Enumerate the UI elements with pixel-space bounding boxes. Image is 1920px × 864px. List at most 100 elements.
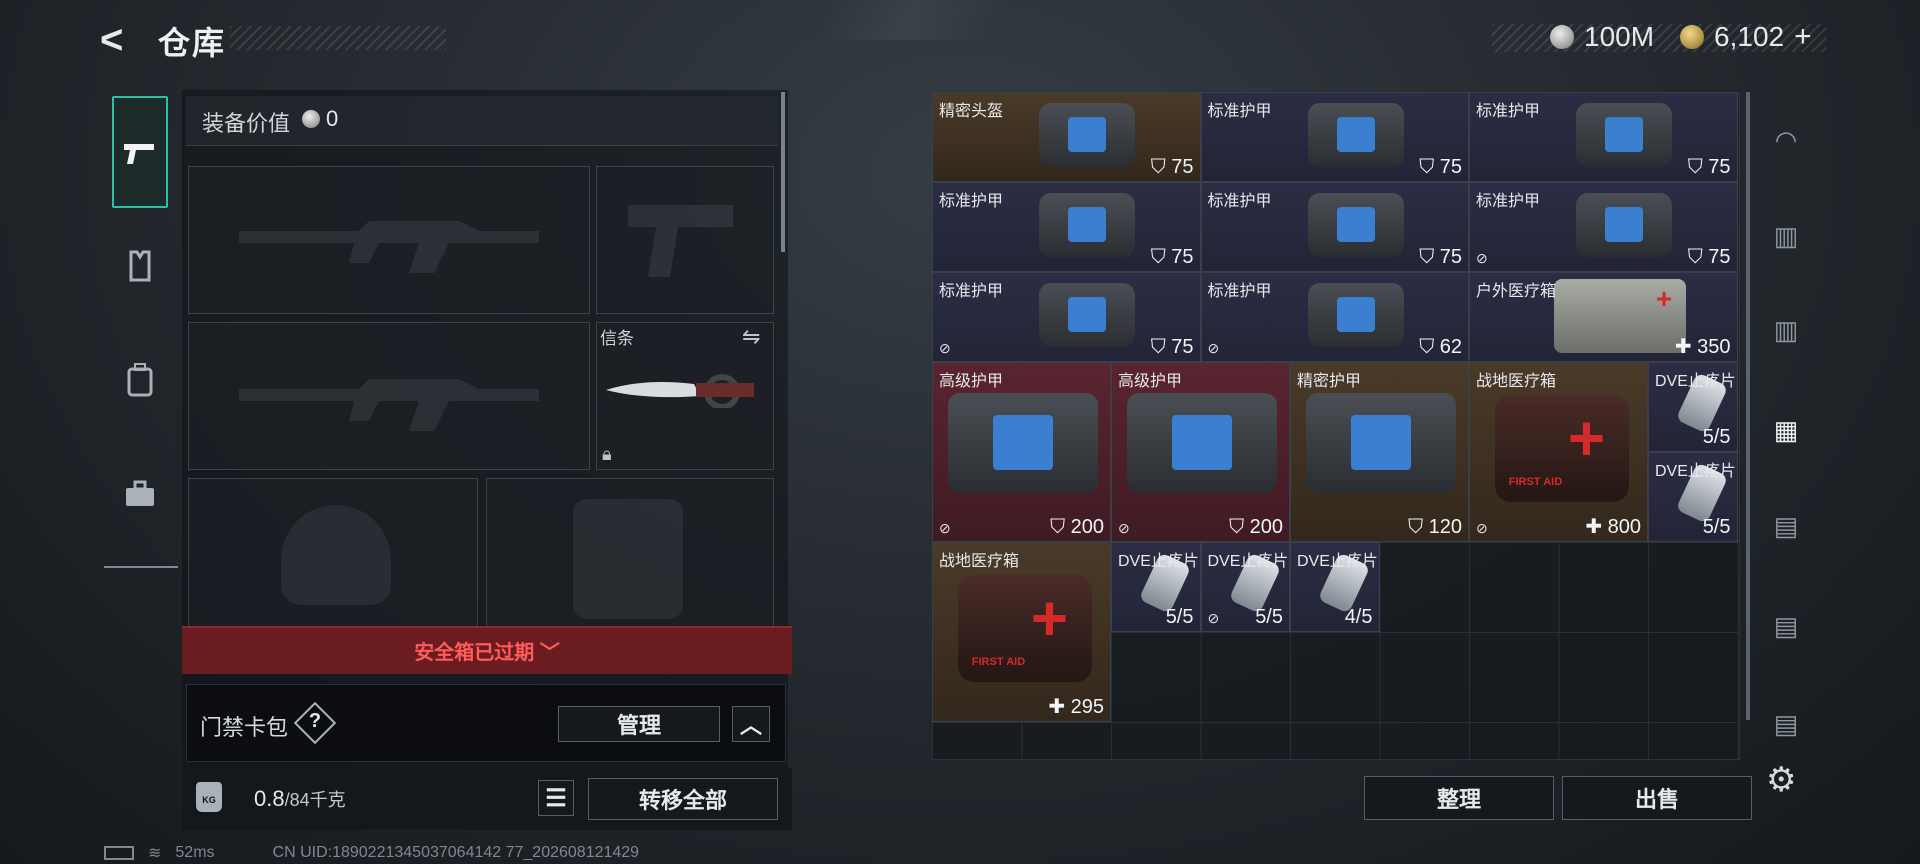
armor-vest-icon: [1307, 283, 1404, 347]
grid-item[interactable]: DVE止疼片 5/5 ⊘: [1200, 542, 1290, 632]
item-name: DVE止疼片: [1655, 373, 1736, 390]
case-iv-tab-icon[interactable]: ▦: [1764, 410, 1808, 450]
item-value: ⛉ 200: [1229, 516, 1283, 538]
grid-item[interactable]: 标准护甲 ⛉ 75: [1200, 182, 1469, 272]
pistol-icon: [124, 144, 154, 164]
secondary-weapon-slot[interactable]: [188, 322, 590, 470]
helmet-tab-icon[interactable]: ◠: [1764, 120, 1808, 160]
pistol-silhouette-icon: [628, 205, 733, 277]
storage-scrollbar[interactable]: [1746, 92, 1750, 720]
grid-item[interactable]: DVE止疼片 5/5: [1648, 362, 1738, 452]
grid-item[interactable]: 高级护甲 ⛉ 200 ⊘: [932, 362, 1111, 542]
primary-weapon-slot[interactable]: [188, 166, 590, 314]
chevron-down-icon: ﹀: [539, 642, 560, 664]
grid-item[interactable]: 高级护甲 ⛉ 200 ⊘: [1111, 362, 1290, 542]
medical-bag-icon: [1554, 279, 1687, 353]
armor-vest-icon: [1039, 283, 1136, 347]
no-insurance-icon: ⊘: [1207, 340, 1220, 356]
item-name: DVE止疼片: [1297, 553, 1378, 570]
grid-item[interactable]: DVE止疼片 5/5: [1648, 452, 1738, 542]
item-name: 精密护甲: [1297, 373, 1362, 390]
no-insurance-icon: ⊘: [1207, 610, 1220, 626]
sell-button[interactable]: 出售: [1562, 776, 1752, 820]
grid-item[interactable]: 标准护甲 ⛉ 75: [1469, 92, 1738, 182]
grid-item[interactable]: DVE止疼片 4/5: [1290, 542, 1380, 632]
first-aid-kit-icon: FIRST AID: [1494, 395, 1630, 502]
sort-button[interactable]: 整理: [1364, 776, 1554, 820]
gold-amount: 6,102: [1714, 21, 1785, 52]
rifle-silhouette-icon: [239, 221, 539, 273]
title-decoration: [230, 26, 446, 50]
backpack-tab[interactable]: [112, 324, 168, 436]
manage-button[interactable]: 管理: [558, 706, 720, 742]
case-iv-b-tab-icon[interactable]: ▤: [1764, 506, 1808, 546]
item-value: ✚ 350: [1674, 336, 1731, 358]
case-iv-c-tab-icon[interactable]: ▤: [1764, 704, 1808, 744]
equipment-scrollbar[interactable]: [781, 92, 785, 252]
item-value: ⛉ 75: [1150, 156, 1194, 178]
grid-item[interactable]: 精密头盔 ⛉ 75: [932, 92, 1201, 182]
case-tab[interactable]: [112, 438, 168, 550]
no-insurance-icon: ⊘: [1476, 520, 1488, 536]
armor-iii-b-tab-icon[interactable]: ▥: [1764, 310, 1808, 350]
item-value: ⛉ 75: [1150, 336, 1194, 358]
grid-item[interactable]: FIRST AID 战地医疗箱 ✚ 295: [932, 542, 1111, 722]
armor-vest-icon: [1126, 393, 1277, 493]
grid-item[interactable]: 标准护甲 ⛉ 62 ⊘: [1200, 272, 1469, 362]
item-value: ⛉ 200: [1050, 516, 1104, 538]
armor-silhouette-icon: [573, 499, 683, 619]
item-name: DVE止疼片: [1207, 553, 1289, 570]
item-value: ⛉ 75: [1687, 246, 1731, 268]
chevron-up-icon[interactable]: ︿: [732, 706, 770, 742]
item-name: 战地医疗箱: [939, 553, 1020, 570]
grid-item[interactable]: 户外医疗箱 ✚ 350: [1469, 272, 1738, 362]
case-v-tab-icon[interactable]: ▤: [1764, 606, 1808, 646]
ping-text: 52ms: [175, 844, 215, 861]
item-value: ⛉ 62: [1419, 336, 1462, 358]
armor-slot[interactable]: [486, 478, 774, 628]
item-name: 标准护甲: [1207, 283, 1272, 300]
grid-item[interactable]: 精密护甲 ⛉ 120: [1290, 362, 1469, 542]
transfer-all-button[interactable]: 转移全部: [588, 778, 778, 820]
grid-item[interactable]: 标准护甲 ⛉ 75 ⊘: [932, 272, 1201, 362]
keycard-label: 门禁卡包: [200, 715, 289, 740]
armor-tab[interactable]: [112, 210, 168, 322]
armor-vest-icon: [1305, 393, 1456, 493]
item-name: 高级护甲: [939, 373, 1004, 390]
no-insurance-icon: ⊘: [1118, 520, 1130, 536]
grid-item[interactable]: 标准护甲 ⛉ 75: [1200, 92, 1469, 182]
back-icon[interactable]: <: [100, 18, 140, 62]
grid-item[interactable]: 标准护甲 ⛉ 75 ⊘: [1469, 182, 1738, 272]
grid-item[interactable]: FIRST AID 战地医疗箱 ✚ 800 ⊘: [1469, 362, 1648, 542]
swap-icon[interactable]: ⇋: [742, 324, 760, 350]
gear-icon[interactable]: ⚙: [1766, 760, 1796, 800]
helmet-silhouette-icon: [281, 505, 391, 605]
item-value: 5/5: [1702, 426, 1731, 448]
no-insurance-icon: ⊘: [939, 340, 951, 356]
weapon-tab[interactable]: [112, 96, 168, 208]
item-value: 5/5: [1255, 606, 1283, 628]
page-title: 仓库: [158, 25, 227, 61]
rifle-silhouette-icon: [239, 379, 539, 431]
item-name: DVE止疼片: [1655, 463, 1736, 480]
silver-coin-icon: [1550, 25, 1574, 49]
item-name: 精密头盔: [939, 103, 1004, 120]
vest-icon: [129, 250, 151, 282]
safe-case-expired-text: 安全箱已过期 ﹀: [414, 642, 560, 664]
item-name: DVE止疼片: [1118, 553, 1199, 570]
item-name: 战地医疗箱: [1476, 373, 1557, 390]
helmet-slot[interactable]: [188, 478, 478, 628]
item-value: ⛉ 75: [1687, 156, 1731, 178]
add-currency-button[interactable]: +: [1794, 20, 1812, 54]
storage-tab-bar: ◠ ▥ ▥ ▦ ▤ ▤ ▤: [1756, 92, 1814, 760]
weight-icon: KG: [196, 782, 222, 812]
grid-item[interactable]: 标准护甲 ⛉ 75: [932, 182, 1201, 272]
armor-iii-tab-icon[interactable]: ▥: [1764, 216, 1808, 256]
armor-vest-icon: [1307, 193, 1404, 257]
grid-item[interactable]: DVE止疼片 5/5: [1111, 542, 1201, 632]
pistol-slot[interactable]: [596, 166, 774, 314]
status-bar: ≋ 52ms CN UID:1890221345037064142 77_202…: [104, 843, 639, 863]
kit-label: FIRST AID: [971, 655, 1026, 668]
list-icon[interactable]: ☰: [538, 780, 574, 816]
knife-icon: [606, 374, 754, 408]
